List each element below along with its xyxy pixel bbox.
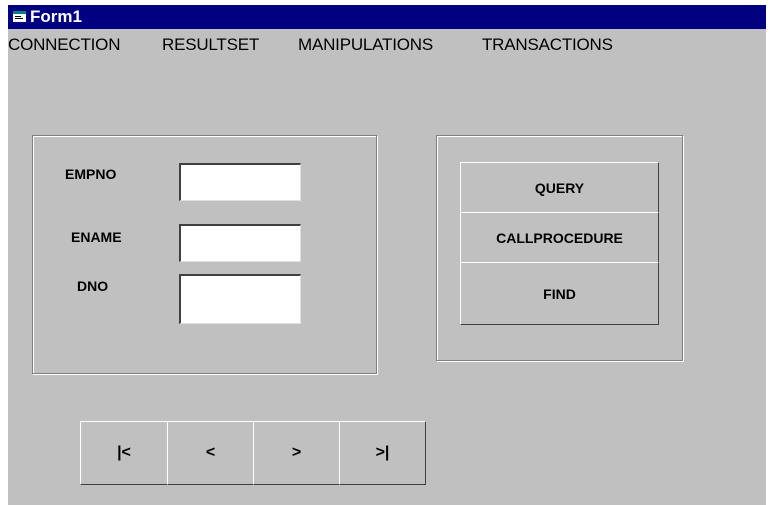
menu-resultset[interactable]: RESULTSET [162,35,259,55]
first-record-button[interactable]: |< [80,421,168,485]
next-record-button[interactable]: > [253,421,340,485]
callprocedure-button[interactable]: CALLPROCEDURE [460,212,659,263]
form-window: Form1 CONNECTION RESULTSET MANIPULATIONS… [8,5,766,505]
ename-label: ENAME [71,229,122,245]
empno-label: EMPNO [65,166,117,182]
find-button[interactable]: FIND [460,262,659,325]
title-bar[interactable]: Form1 [8,5,766,29]
form-icon [13,11,26,22]
previous-record-button[interactable]: < [167,421,254,485]
empno-field[interactable] [179,163,301,201]
ename-field[interactable] [179,224,301,262]
last-record-button[interactable]: >| [339,421,426,485]
query-button[interactable]: QUERY [460,162,659,213]
menu-connection[interactable]: CONNECTION [8,35,120,55]
dno-label: DNO [77,278,109,294]
menu-manipulations[interactable]: MANIPULATIONS [298,35,433,55]
dno-field[interactable] [179,274,301,324]
window-title: Form1 [30,7,82,26]
menu-transactions[interactable]: TRANSACTIONS [482,35,613,55]
